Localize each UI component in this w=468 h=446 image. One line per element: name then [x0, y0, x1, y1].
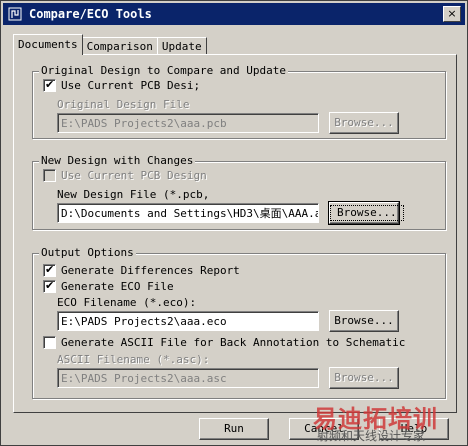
new-use-current-option[interactable]: Use Current PCB Design: [43, 169, 207, 182]
new-use-current-label: Use Current PCB Design: [61, 169, 207, 182]
gen-ascii-label: Generate ASCII File for Back Annotation …: [61, 336, 406, 349]
gen-diff-checkbox[interactable]: ✔: [43, 263, 56, 277]
eco-filename-label: ECO Filename (*.eco):: [57, 296, 197, 309]
documents-panel: Original Design to Compare and Update ✔ …: [13, 54, 457, 413]
output-options-legend: Output Options: [39, 246, 136, 259]
new-use-current-checkbox[interactable]: [43, 169, 56, 182]
use-current-pcb-label: Use Current PCB Desi;: [61, 79, 201, 92]
original-file-label: Original Design File: [57, 98, 190, 111]
gen-eco-checkbox[interactable]: ✔: [43, 279, 56, 293]
run-button[interactable]: Run: [199, 418, 269, 440]
ascii-filename-label: ASCII Filename (*.asc):: [57, 353, 210, 366]
eco-filename-field[interactable]: E:\PADS Projects2\aaa.eco: [57, 311, 319, 331]
original-browse-button[interactable]: Browse...: [329, 112, 399, 134]
check-mark-icon: ✔: [45, 78, 55, 91]
new-design-group: New Design with Changes Use Current PCB …: [32, 154, 446, 230]
new-design-browse-label: Browse...: [330, 205, 404, 221]
new-design-legend: New Design with Changes: [39, 154, 196, 167]
new-design-browse-button[interactable]: Browse...: [328, 201, 404, 225]
app-icon: [7, 6, 23, 22]
close-button[interactable]: ×: [443, 6, 461, 22]
new-design-file-field[interactable]: D:\Documents and Settings\HD3\桌面\AAA.asc: [57, 203, 319, 223]
gen-diff-label: Generate Differences Report: [61, 264, 240, 277]
use-current-pcb-checkbox[interactable]: ✔: [43, 78, 56, 92]
title-bar[interactable]: Compare/ECO Tools ×: [3, 3, 465, 25]
tab-documents[interactable]: Documents: [13, 34, 83, 55]
use-current-pcb-option[interactable]: ✔ Use Current PCB Desi;: [43, 78, 201, 92]
gen-eco-option[interactable]: ✔ Generate ECO File: [43, 279, 174, 293]
gen-ascii-option[interactable]: Generate ASCII File for Back Annotation …: [43, 336, 405, 349]
gen-ascii-checkbox[interactable]: [43, 336, 56, 349]
check-mark-icon: ✔: [45, 279, 55, 292]
tab-update[interactable]: Update: [156, 37, 207, 55]
gen-diff-option[interactable]: ✔ Generate Differences Report: [43, 263, 240, 277]
gen-eco-label: Generate ECO File: [61, 280, 174, 293]
original-file-field[interactable]: E:\PADS Projects2\aaa.pcb: [57, 113, 319, 133]
check-mark-icon: ✔: [45, 263, 55, 276]
window-title: Compare/ECO Tools: [29, 7, 152, 21]
original-design-legend: Original Design to Compare and Update: [39, 64, 289, 77]
ascii-filename-field[interactable]: E:\PADS Projects2\aaa.asc: [57, 368, 319, 388]
watermark-subtext: 射频和天线设计专家: [317, 429, 426, 443]
tab-comparison[interactable]: Comparison: [81, 37, 158, 55]
tab-strip: Documents Comparison Update: [13, 34, 207, 55]
ascii-browse-button[interactable]: Browse...: [329, 367, 399, 389]
original-design-group: Original Design to Compare and Update ✔ …: [32, 64, 446, 139]
output-options-group: Output Options ✔ Generate Differences Re…: [32, 246, 446, 399]
new-design-file-label: New Design File (*.pcb,: [57, 188, 210, 201]
compare-eco-dialog: Compare/ECO Tools × Documents Comparison…: [0, 0, 468, 446]
eco-browse-button[interactable]: Browse...: [329, 310, 399, 332]
